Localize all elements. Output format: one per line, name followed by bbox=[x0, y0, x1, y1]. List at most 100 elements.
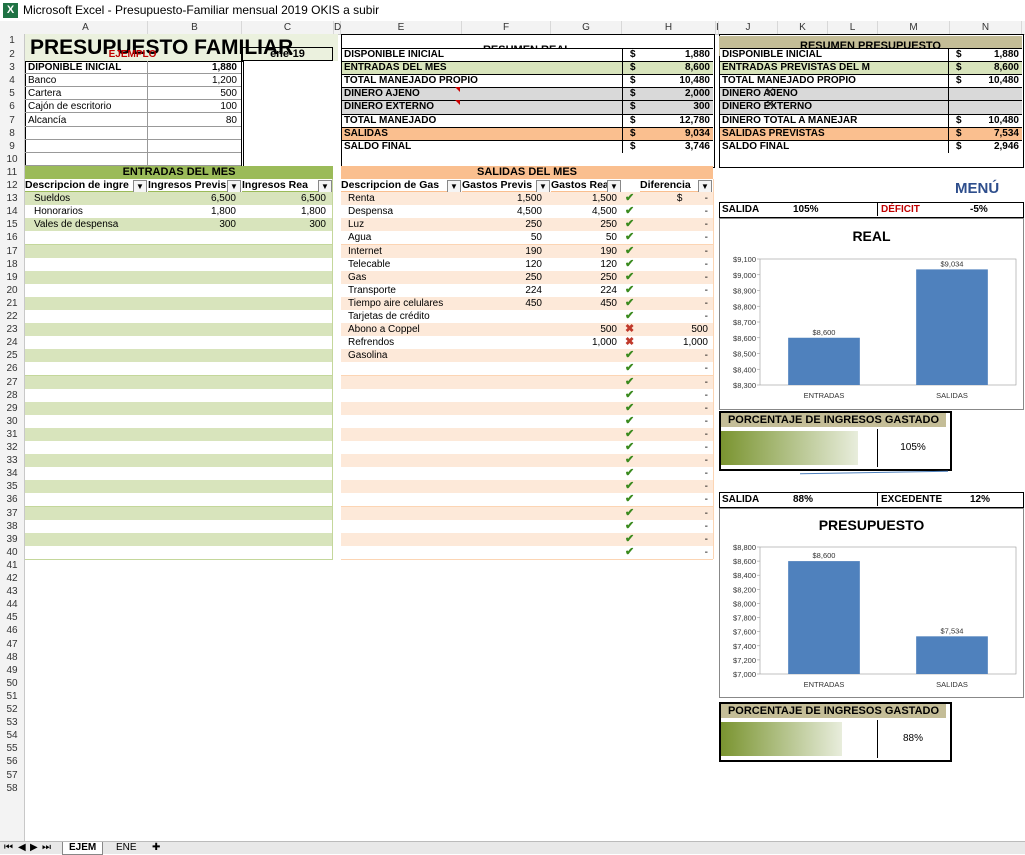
row-header-34[interactable]: 34 bbox=[0, 467, 24, 480]
sheet-tab-ejem[interactable]: EJEM bbox=[62, 842, 104, 855]
salida-prev[interactable]: 250 bbox=[462, 271, 542, 284]
salida-prev[interactable]: 1,500 bbox=[462, 192, 542, 205]
column-header-J[interactable]: J bbox=[719, 21, 778, 34]
salida-prev[interactable] bbox=[462, 323, 542, 336]
row-header-55[interactable]: 55 bbox=[0, 742, 24, 755]
filter-dropdown-icon[interactable]: ▼ bbox=[447, 180, 461, 193]
column-header-K[interactable]: K bbox=[778, 21, 828, 34]
row-header-50[interactable]: 50 bbox=[0, 677, 24, 690]
salida-prev[interactable]: 4,500 bbox=[462, 205, 542, 218]
row-header-22[interactable]: 22 bbox=[0, 310, 24, 323]
salida-real[interactable]: 1,000 bbox=[551, 336, 617, 349]
row-header-1[interactable]: 1 bbox=[0, 34, 24, 47]
row-header-15[interactable]: 15 bbox=[0, 218, 24, 231]
row-header-23[interactable]: 23 bbox=[0, 323, 24, 336]
row-header-27[interactable]: 27 bbox=[0, 376, 24, 389]
tab-nav-next-icon[interactable]: ▶ bbox=[30, 842, 38, 854]
column-header-H[interactable]: H bbox=[622, 21, 716, 34]
row-header-16[interactable]: 16 bbox=[0, 231, 24, 244]
row-header-24[interactable]: 24 bbox=[0, 336, 24, 349]
chart-presupuesto[interactable]: PRESUPUESTO $7,000 $7,200 $7,400 $7,600 $7,80… bbox=[719, 508, 1024, 698]
salida-real[interactable]: 224 bbox=[551, 284, 617, 297]
row-header-2[interactable]: 2 bbox=[0, 48, 24, 61]
entrada-desc[interactable]: Honorarios bbox=[34, 205, 144, 218]
salida-desc[interactable]: Despensa bbox=[348, 205, 460, 218]
row-header-58[interactable]: 58 bbox=[0, 782, 24, 795]
row-header-19[interactable]: 19 bbox=[0, 271, 24, 284]
salida-real[interactable]: 50 bbox=[551, 231, 617, 244]
row-header-46[interactable]: 46 bbox=[0, 624, 24, 637]
salida-desc[interactable]: Tiempo aire celulares bbox=[348, 297, 460, 310]
row-header-6[interactable]: 6 bbox=[0, 100, 24, 113]
month-cell[interactable]: ene-19 bbox=[242, 47, 333, 61]
salida-desc[interactable]: Tarjetas de crédito bbox=[348, 310, 460, 323]
row-header-42[interactable]: 42 bbox=[0, 572, 24, 585]
row-header-7[interactable]: 7 bbox=[0, 114, 24, 127]
row-header-4[interactable]: 4 bbox=[0, 74, 24, 87]
column-header-C[interactable]: C bbox=[242, 21, 334, 34]
row-header-56[interactable]: 56 bbox=[0, 755, 24, 768]
row-header-29[interactable]: 29 bbox=[0, 402, 24, 415]
salida-prev[interactable]: 450 bbox=[462, 297, 542, 310]
salida-desc[interactable]: Transporte bbox=[348, 284, 460, 297]
row-header-45[interactable]: 45 bbox=[0, 611, 24, 624]
row-header-41[interactable]: 41 bbox=[0, 559, 24, 572]
sheet-tab-ene[interactable]: ENE bbox=[110, 842, 143, 854]
entrada-prev[interactable]: 1,800 bbox=[148, 205, 236, 218]
column-header-N[interactable]: N bbox=[950, 21, 1022, 34]
insert-sheet-icon[interactable]: ✚ bbox=[152, 842, 160, 854]
row-header-26[interactable]: 26 bbox=[0, 362, 24, 375]
row-header-39[interactable]: 39 bbox=[0, 533, 24, 546]
salida-prev[interactable] bbox=[462, 310, 542, 323]
salida-desc[interactable]: Gas bbox=[348, 271, 460, 284]
row-header-53[interactable]: 53 bbox=[0, 716, 24, 729]
row-header-54[interactable]: 54 bbox=[0, 729, 24, 742]
row-header-36[interactable]: 36 bbox=[0, 493, 24, 506]
salida-desc[interactable]: Agua bbox=[348, 231, 460, 244]
row-header-14[interactable]: 14 bbox=[0, 205, 24, 218]
row-header-20[interactable]: 20 bbox=[0, 284, 24, 297]
row-header-18[interactable]: 18 bbox=[0, 258, 24, 271]
filter-dropdown-icon[interactable]: ▼ bbox=[318, 180, 332, 193]
row-header-47[interactable]: 47 bbox=[0, 638, 24, 651]
salida-real[interactable]: 4,500 bbox=[551, 205, 617, 218]
salida-desc[interactable]: Telecable bbox=[348, 258, 460, 271]
menu-link[interactable]: MENÚ bbox=[955, 180, 1015, 198]
row-header-33[interactable]: 33 bbox=[0, 454, 24, 467]
row-header-25[interactable]: 25 bbox=[0, 349, 24, 362]
row-header-12[interactable]: 12 bbox=[0, 179, 24, 192]
column-header-B[interactable]: B bbox=[148, 21, 242, 34]
salida-real[interactable]: 1,500 bbox=[551, 192, 617, 205]
entrada-prev[interactable]: 300 bbox=[148, 218, 236, 231]
row-header-40[interactable]: 40 bbox=[0, 546, 24, 559]
salida-real[interactable]: 250 bbox=[551, 271, 617, 284]
salida-real[interactable]: 120 bbox=[551, 258, 617, 271]
row-header-51[interactable]: 51 bbox=[0, 690, 24, 703]
filter-dropdown-icon[interactable]: ▼ bbox=[227, 180, 241, 193]
filter-dropdown-icon[interactable]: ▼ bbox=[536, 180, 550, 193]
entrada-desc[interactable]: Sueldos bbox=[34, 192, 144, 205]
salida-prev[interactable]: 120 bbox=[462, 258, 542, 271]
salida-desc[interactable]: Gasolina bbox=[348, 349, 460, 362]
row-header-44[interactable]: 44 bbox=[0, 598, 24, 611]
salida-desc[interactable]: Abono a Coppel bbox=[348, 323, 460, 336]
row-header-9[interactable]: 9 bbox=[0, 140, 24, 153]
row-header-32[interactable]: 32 bbox=[0, 441, 24, 454]
column-header-G[interactable]: G bbox=[551, 21, 622, 34]
salida-prev[interactable] bbox=[462, 349, 542, 362]
row-header-30[interactable]: 30 bbox=[0, 415, 24, 428]
salida-desc[interactable]: Internet bbox=[348, 245, 460, 258]
entrada-real[interactable]: 300 bbox=[242, 218, 326, 231]
entrada-prev[interactable]: 6,500 bbox=[148, 192, 236, 205]
row-header-28[interactable]: 28 bbox=[0, 389, 24, 402]
row-header-35[interactable]: 35 bbox=[0, 480, 24, 493]
tab-nav-first-icon[interactable]: ⏮ bbox=[4, 842, 13, 854]
entrada-desc[interactable]: Vales de despensa bbox=[34, 218, 144, 231]
row-header-11[interactable]: 11 bbox=[0, 166, 24, 179]
column-header-F[interactable]: F bbox=[462, 21, 551, 34]
entrada-real[interactable]: 6,500 bbox=[242, 192, 326, 205]
salida-real[interactable]: 250 bbox=[551, 218, 617, 231]
entrada-real[interactable]: 1,800 bbox=[242, 205, 326, 218]
row-header-5[interactable]: 5 bbox=[0, 87, 24, 100]
row-header-48[interactable]: 48 bbox=[0, 651, 24, 664]
